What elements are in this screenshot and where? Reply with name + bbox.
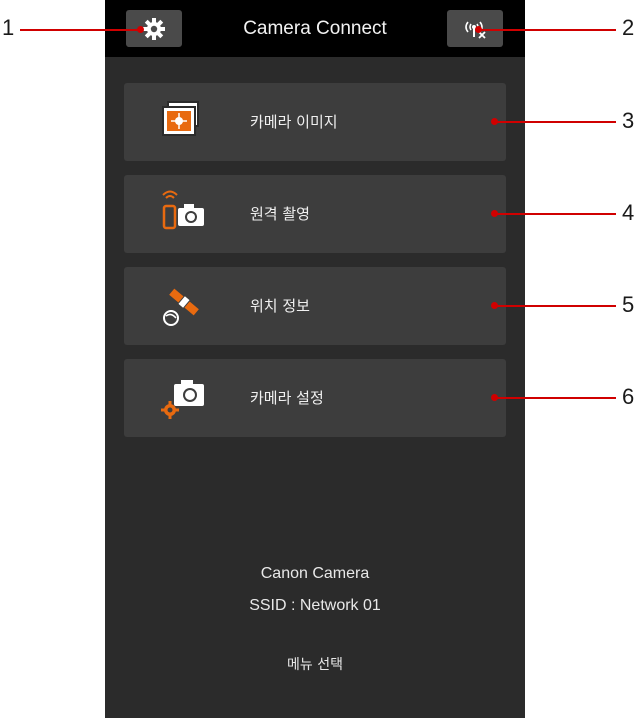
callout-line-1 xyxy=(20,29,140,31)
menu-remote-shooting[interactable]: 원격 촬영 xyxy=(124,175,506,253)
camera-settings-icon xyxy=(161,380,204,419)
menu-label: 위치 정보 xyxy=(250,297,310,315)
menu-label: 원격 촬영 xyxy=(250,205,310,223)
location-info-icon xyxy=(163,288,199,326)
ssid-label: SSID : Network 01 xyxy=(249,597,381,614)
callout-6: 6 xyxy=(622,384,635,409)
callout-dot-4 xyxy=(491,210,498,217)
callout-line-5 xyxy=(494,305,616,307)
gear-icon xyxy=(143,17,165,40)
callout-1: 1 xyxy=(2,15,15,40)
menu-location-info[interactable]: 위치 정보 xyxy=(124,267,506,345)
callout-dot-6 xyxy=(491,394,498,401)
callout-dot-2 xyxy=(475,26,482,33)
callout-line-2 xyxy=(478,29,616,31)
app-screen: Camera Connect 카메라 이미지 원격 촬영 위치 정보 카메라 설… xyxy=(105,0,525,718)
menu-select-label: 메뉴 선택 xyxy=(287,657,343,673)
camera-images-icon xyxy=(162,101,199,136)
callout-4: 4 xyxy=(622,200,635,225)
remote-shooting-icon xyxy=(162,190,204,230)
callout-dot-3 xyxy=(491,118,498,125)
menu-camera-images[interactable]: 카메라 이미지 xyxy=(124,83,506,161)
callout-line-3 xyxy=(494,121,616,123)
callout-3: 3 xyxy=(622,108,635,133)
callout-line-4 xyxy=(494,213,616,215)
camera-name: Canon Camera xyxy=(260,565,370,582)
callout-line-6 xyxy=(494,397,616,399)
menu-label: 카메라 설정 xyxy=(250,389,324,407)
callout-dot-1 xyxy=(137,26,144,33)
menu-camera-settings[interactable]: 카메라 설정 xyxy=(124,359,506,437)
menu-label: 카메라 이미지 xyxy=(250,113,338,131)
callout-2: 2 xyxy=(622,15,635,40)
callout-5: 5 xyxy=(622,292,635,317)
callout-dot-5 xyxy=(491,302,498,309)
